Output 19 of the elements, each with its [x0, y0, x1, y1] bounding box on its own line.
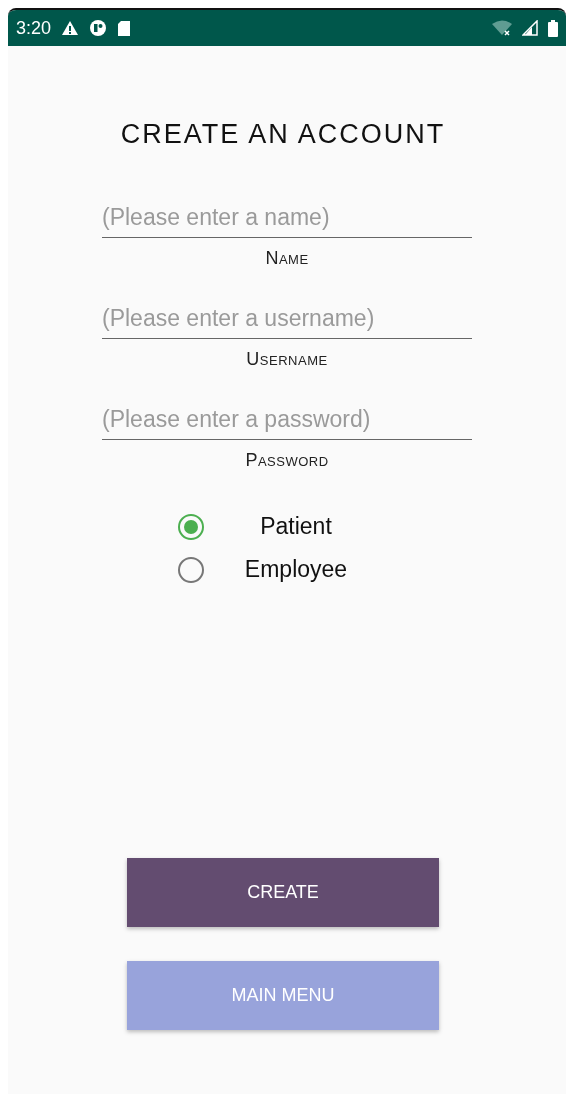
status-time: 3:20 — [16, 17, 52, 39]
field-label: Username — [246, 349, 328, 370]
circle-app-icon — [89, 19, 108, 37]
input-field[interactable]: (Please enter a username) — [102, 299, 472, 339]
page-title: CREATE AN ACCOUNT — [120, 119, 447, 150]
radio-label: Patient — [259, 513, 333, 540]
field-label: Name — [265, 248, 309, 269]
input-field[interactable]: (Please enter a password) — [102, 400, 472, 440]
radio-button[interactable] — [178, 513, 204, 540]
create-button[interactable]: CREATE — [127, 858, 439, 927]
radio-button[interactable] — [178, 556, 204, 583]
input-field[interactable]: (Please enter a name) — [102, 198, 472, 238]
field-label: Password — [245, 450, 329, 471]
sd-card-icon — [117, 19, 132, 37]
wifi-off-icon — [492, 20, 512, 36]
battery-icon — [548, 19, 558, 37]
warning-icon — [61, 20, 80, 36]
signal-icon — [522, 20, 538, 36]
radio-label: Employee — [243, 556, 349, 583]
